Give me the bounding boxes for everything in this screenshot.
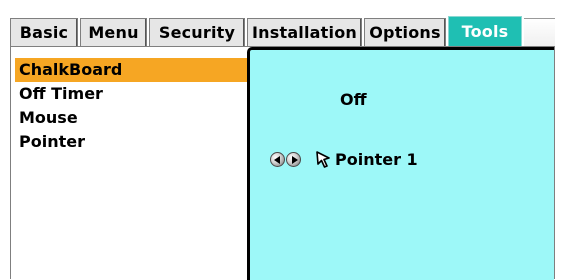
tab-installation[interactable]: Installation [247, 18, 362, 46]
left-arrow-icon[interactable] [270, 151, 285, 167]
off-timer-value: Off [340, 90, 367, 109]
sidebar-item-chalkboard[interactable]: ChalkBoard [15, 58, 247, 82]
tab-tools[interactable]: Tools [448, 16, 522, 46]
sidebar-item-off-timer[interactable]: Off Timer [15, 82, 247, 106]
tab-bar-spacer [524, 18, 555, 46]
pointer-setting: Pointer 1 [270, 147, 418, 171]
pointer-adjust-buttons [270, 151, 301, 167]
sidebar-item-pointer[interactable]: Pointer [15, 130, 247, 154]
pointer-value: Pointer 1 [335, 149, 418, 169]
sidebar-item-mouse[interactable]: Mouse [15, 106, 247, 130]
tab-security[interactable]: Security [149, 18, 245, 46]
tab-menu[interactable]: Menu [80, 18, 147, 46]
settings-content: Off Pointer 1 [247, 47, 554, 280]
tab-bar: Basic Menu Security Installation Options… [10, 16, 555, 46]
tab-basic[interactable]: Basic [10, 18, 78, 46]
sidebar-menu: ChalkBoard Off Timer Mouse Pointer [15, 58, 247, 154]
arrow-cursor-icon [316, 151, 330, 168]
settings-window: Basic Menu Security Installation Options… [0, 0, 565, 280]
settings-panel: ChalkBoard Off Timer Mouse Pointer Off P… [10, 46, 555, 280]
right-arrow-icon[interactable] [286, 151, 301, 167]
tab-options[interactable]: Options [364, 18, 446, 46]
